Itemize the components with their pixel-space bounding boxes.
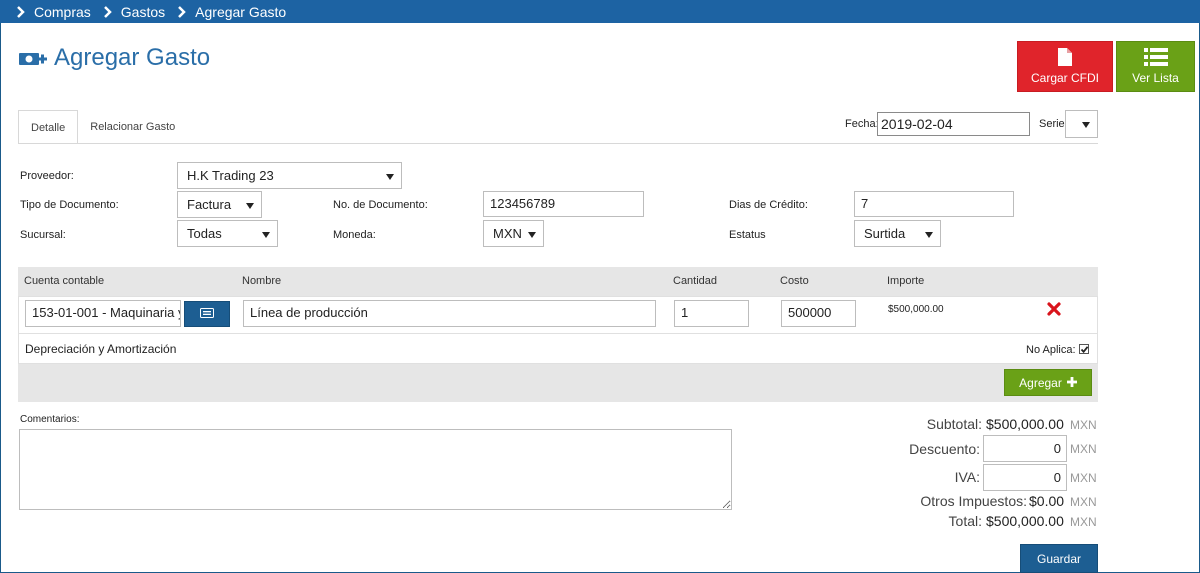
proveedor-select[interactable]: H.K Trading 23 — [177, 162, 402, 189]
estatus-value: Surtida — [864, 226, 906, 241]
chevron-right-icon — [175, 5, 189, 19]
tab-relacionar-gasto[interactable]: Relacionar Gasto — [78, 110, 187, 144]
subtotal-currency: MXN — [1070, 418, 1097, 432]
chevron-down-icon — [246, 203, 254, 209]
iva-label: IVA: — [954, 469, 980, 485]
total-currency: MXN — [1070, 515, 1097, 529]
cantidad-input[interactable]: 1 — [674, 300, 749, 327]
page-header: Agregar Gasto — [18, 44, 210, 72]
fecha-input[interactable]: 2019-02-04 — [877, 112, 1030, 136]
chevron-down-icon — [1082, 122, 1090, 128]
chevron-down-icon — [386, 174, 394, 180]
depreciacion-label: Depreciación y Amortización — [25, 342, 177, 356]
breadcrumb-item-agregar-gasto: Agregar Gasto — [175, 4, 286, 20]
col-cantidad: Cantidad — [673, 275, 718, 287]
serie-select[interactable] — [1065, 110, 1098, 138]
breadcrumb-label: Compras — [34, 3, 91, 20]
breadcrumb: Compras Gastos Agregar Gasto — [0, 0, 1200, 23]
tipo-documento-label: Tipo de Documento: — [20, 199, 119, 211]
sucursal-label: Sucursal: — [20, 229, 66, 241]
plus-icon — [1066, 376, 1077, 390]
fecha-label: Fecha: — [845, 118, 879, 130]
total-value: $500,000.00 — [986, 513, 1064, 529]
col-importe: Importe — [887, 275, 925, 287]
account-lookup-button[interactable] — [184, 301, 230, 327]
dias-credito-label: Dias de Crédito: — [729, 199, 808, 211]
otros-impuestos-label: Otros Impuestos: — [920, 493, 1027, 509]
col-cuenta-contable: Cuenta contable — [24, 275, 105, 287]
table-header: Cuenta contable Nombre Cantidad Costo Im… — [18, 267, 1098, 296]
delete-row-icon[interactable] — [1047, 302, 1061, 321]
moneda-value: MXN — [493, 226, 522, 241]
proveedor-value: H.K Trading 23 — [187, 168, 274, 183]
no-aplica-checkbox[interactable] — [1079, 344, 1089, 354]
subtotal-label: Subtotal: — [926, 416, 982, 432]
tipo-documento-value: Factura — [187, 197, 232, 212]
sucursal-value: Todas — [187, 226, 222, 241]
view-list-label: Ver Lista — [1132, 71, 1179, 85]
moneda-select[interactable]: MXN — [483, 220, 544, 247]
moneda-label: Moneda: — [333, 229, 376, 241]
list-icon — [1117, 47, 1194, 67]
otros-impuestos-currency: MXN — [1070, 495, 1097, 509]
otros-impuestos-value: $0.00 — [1029, 493, 1065, 509]
tab-divider — [18, 143, 1098, 144]
money-add-icon — [18, 47, 48, 69]
iva-currency: MXN — [1070, 471, 1097, 485]
estatus-label: Estatus — [729, 229, 766, 241]
breadcrumb-label: Gastos — [120, 3, 166, 20]
upload-cfdi-button[interactable]: Cargar CFDI — [1017, 41, 1113, 92]
table-subrow — [18, 334, 1098, 364]
breadcrumb-item-gastos[interactable]: Gastos — [101, 4, 165, 20]
chevron-down-icon — [925, 232, 933, 238]
cuenta-contable-input[interactable]: 153-01-001 - Maquinaria y — [25, 300, 181, 327]
subtotal-value: $500,000.00 — [986, 416, 1064, 432]
file-icon — [1018, 47, 1112, 67]
sucursal-select[interactable]: Todas — [177, 220, 278, 247]
tab-bar: Detalle Relacionar Gasto — [18, 110, 187, 144]
importe-value: $500,000.00 — [888, 304, 944, 315]
iva-input[interactable]: 0 — [983, 464, 1067, 491]
chevron-right-icon — [101, 5, 115, 19]
tipo-documento-select[interactable]: Factura — [177, 191, 262, 218]
descuento-input[interactable]: 0 — [983, 435, 1067, 462]
chevron-down-icon — [528, 232, 536, 238]
add-line-button[interactable]: Agregar — [1004, 369, 1092, 396]
no-documento-input[interactable]: 123456789 — [483, 191, 644, 217]
save-label: Guardar — [1036, 551, 1082, 566]
breadcrumb-label: Agregar Gasto — [195, 3, 287, 20]
col-costo: Costo — [780, 275, 809, 287]
chevron-right-icon — [14, 5, 28, 19]
costo-input[interactable]: 500000 — [781, 300, 856, 327]
dias-credito-input[interactable]: 7 — [854, 191, 1014, 217]
descuento-currency: MXN — [1070, 442, 1097, 456]
upload-cfdi-label: Cargar CFDI — [1030, 71, 1099, 85]
chevron-down-icon — [262, 232, 270, 238]
tab-detalle[interactable]: Detalle — [18, 110, 79, 144]
no-aplica-label: No Aplica: — [1026, 344, 1076, 356]
card-list-icon — [200, 305, 214, 323]
col-nombre: Nombre — [242, 275, 282, 287]
table-footer — [18, 364, 1098, 402]
total-label: Total: — [948, 513, 982, 529]
breadcrumb-item-compras[interactable]: Compras — [14, 4, 91, 20]
proveedor-label: Proveedor: — [20, 170, 74, 182]
estatus-select[interactable]: Surtida — [854, 220, 941, 247]
nombre-input[interactable]: Línea de producción — [243, 300, 656, 327]
page-title: Agregar Gasto — [54, 44, 211, 71]
no-documento-label: No. de Documento: — [333, 199, 428, 211]
comentarios-textarea[interactable] — [19, 429, 732, 510]
serie-label: Serie — [1039, 118, 1065, 130]
comentarios-label: Comentarios: — [20, 414, 80, 425]
add-line-label: Agregar — [1019, 375, 1062, 390]
descuento-label: Descuento: — [909, 441, 980, 457]
view-list-button[interactable]: Ver Lista — [1116, 41, 1195, 92]
save-button[interactable]: Guardar — [1020, 544, 1098, 573]
